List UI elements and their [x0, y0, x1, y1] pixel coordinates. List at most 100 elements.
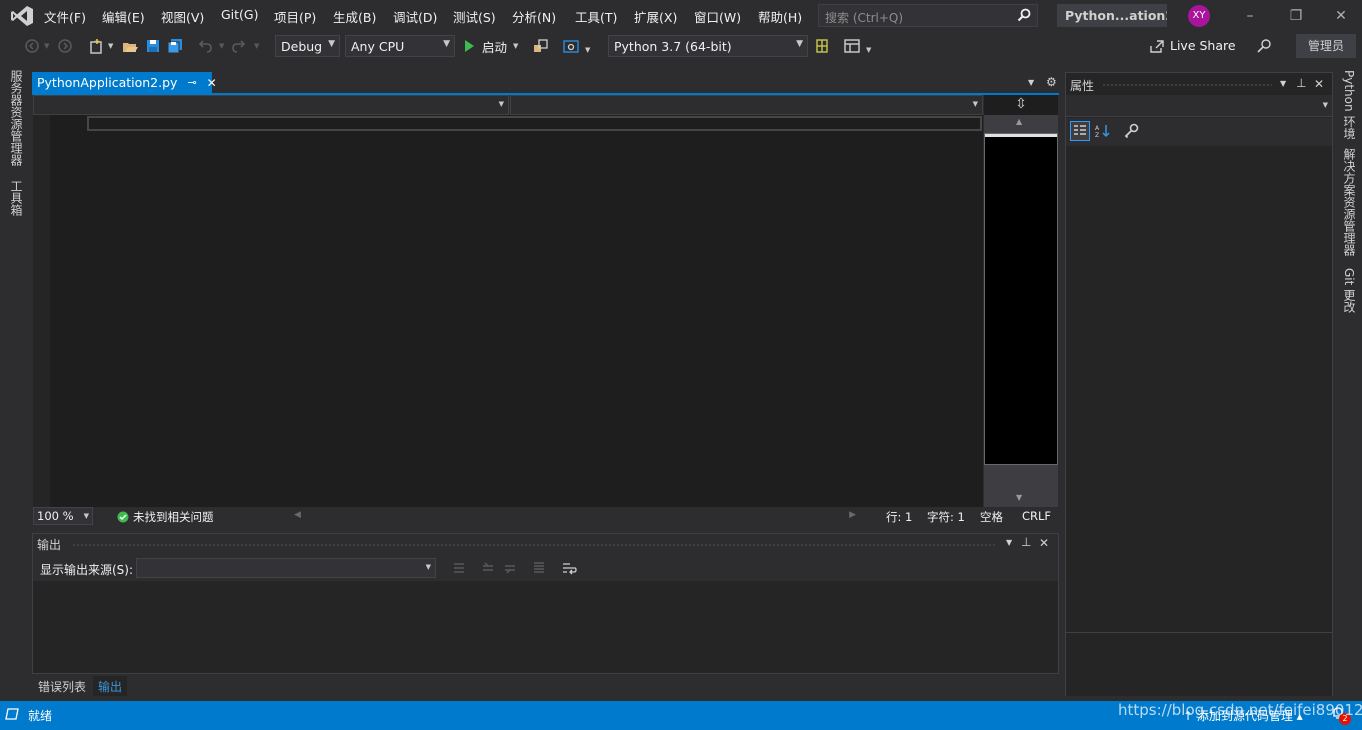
new-dropdown-icon[interactable]: ▼ — [108, 42, 113, 50]
property-pages-icon[interactable] — [1124, 123, 1140, 139]
scrollbar-thumb[interactable] — [985, 134, 1057, 137]
new-project-icon[interactable] — [88, 38, 104, 54]
clear-all-icon[interactable] — [532, 561, 546, 575]
tab-toolbox[interactable]: 工具箱 — [8, 180, 25, 216]
horizontal-scrollbar[interactable]: ◀ ▶ — [290, 509, 860, 523]
menu-file[interactable]: 文件(F) — [44, 7, 86, 26]
output-source-select[interactable]: ▼ — [136, 558, 436, 578]
navigation-bar-members[interactable]: ▼ — [510, 95, 983, 115]
menu-git[interactable]: Git(G) — [221, 7, 259, 22]
window-layout-icon[interactable] — [844, 38, 860, 54]
line-ending-indicator[interactable]: CRLF — [1022, 509, 1051, 523]
menu-extensions[interactable]: 扩展(X) — [634, 7, 677, 26]
live-share-button[interactable]: Live Share — [1150, 38, 1236, 53]
menu-edit[interactable]: 编辑(E) — [102, 7, 145, 26]
redo-dropdown-icon[interactable]: ▼ — [254, 42, 259, 50]
go-to-next-message-icon[interactable] — [481, 561, 495, 575]
menu-help[interactable]: 帮助(H) — [758, 7, 802, 26]
scrollbar-map[interactable] — [984, 133, 1058, 465]
panel-grip[interactable] — [72, 543, 997, 547]
avatar[interactable]: XY — [1188, 5, 1210, 27]
output-text-area[interactable] — [33, 581, 1058, 673]
menu-view[interactable]: 视图(V) — [161, 7, 204, 26]
tab-label: PythonApplication2.py — [37, 75, 178, 90]
zoom-select[interactable]: 100 % ▼ — [33, 507, 93, 525]
minimize-icon[interactable]: – — [1240, 6, 1260, 26]
tab-solution-explorer[interactable]: 解决方案资源管理器 — [1341, 148, 1358, 256]
undo-icon[interactable] — [197, 38, 213, 54]
indent-indicator[interactable]: 空格 — [980, 509, 1003, 525]
menu-tools[interactable]: 工具(T) — [575, 7, 617, 26]
menu-analyze[interactable]: 分析(N) — [512, 7, 556, 26]
split-editor-icon[interactable]: ⇳ — [984, 95, 1058, 115]
panel-grip[interactable] — [1102, 83, 1272, 87]
issues-text: 未找到相关问题 — [133, 510, 214, 524]
alphabetical-icon[interactable]: AZ — [1095, 124, 1111, 138]
search-input[interactable]: 搜索 (Ctrl+Q) — [818, 4, 1038, 27]
feedback-icon[interactable] — [1257, 38, 1273, 54]
redo-icon[interactable] — [231, 38, 247, 54]
tool-dropdown-icon[interactable]: ▼ — [585, 46, 590, 54]
tab-python-environments[interactable]: Python 环境 — [1341, 70, 1358, 139]
save-all-icon[interactable] — [167, 38, 183, 54]
pin-icon[interactable]: ⊥ — [1296, 76, 1306, 90]
python-packages-icon[interactable] — [814, 38, 830, 54]
output-menu-icon[interactable]: ▼ — [1006, 538, 1012, 547]
back-dropdown-icon[interactable]: ▼ — [44, 42, 49, 50]
status-window-icon — [5, 708, 19, 720]
menu-window[interactable]: 窗口(W) — [694, 7, 741, 26]
properties-object-select[interactable]: ▼ — [1066, 95, 1332, 117]
tab-pythonapplication2-py[interactable]: PythonApplication2.py ⊸ ✕ — [32, 72, 217, 93]
run-dropdown-icon[interactable]: ▼ — [513, 42, 518, 50]
scroll-left-icon[interactable]: ◀ — [294, 510, 301, 520]
visual-studio-logo-icon[interactable] — [10, 5, 34, 27]
properties-menu-icon[interactable]: ▼ — [1280, 79, 1286, 88]
close-tab-icon[interactable]: ✕ — [207, 76, 217, 90]
close-icon[interactable]: ✕ — [1039, 536, 1049, 550]
gear-icon[interactable]: ⚙ — [1046, 75, 1057, 89]
pin-icon[interactable]: ⊥ — [1021, 535, 1031, 549]
tab-list-dropdown-icon[interactable]: ▼ — [1028, 78, 1034, 87]
admin-badge: 管理员 — [1296, 34, 1356, 58]
browse-with-icon[interactable] — [533, 38, 549, 54]
pin-tab-icon[interactable]: ⊸ — [187, 76, 196, 89]
solution-configuration-select[interactable]: Debug ▼ — [275, 35, 340, 57]
scroll-right-icon[interactable]: ▶ — [849, 510, 856, 520]
issues-indicator[interactable]: 未找到相关问题 — [117, 509, 214, 525]
restore-icon[interactable]: ❐ — [1286, 6, 1306, 26]
find-message-icon[interactable] — [503, 561, 517, 575]
line-indicator[interactable]: 行: 1 — [886, 509, 912, 525]
tab-git-changes[interactable]: Git 更改 — [1341, 268, 1358, 313]
menu-build[interactable]: 生成(B) — [333, 7, 376, 26]
tab-output[interactable]: 输出 — [93, 676, 128, 696]
solution-platform-select[interactable]: Any CPU ▼ — [345, 35, 455, 57]
menu-project[interactable]: 项目(P) — [274, 7, 316, 26]
toggle-word-wrap-icon[interactable] — [562, 561, 577, 575]
undo-dropdown-icon[interactable]: ▼ — [219, 42, 224, 50]
tab-error-list[interactable]: 错误列表 — [33, 676, 91, 696]
scroll-down-icon[interactable]: ▼ — [1016, 493, 1022, 502]
menu-debug[interactable]: 调试(D) — [393, 7, 437, 26]
tab-server-explorer[interactable]: 服务器资源管理器 — [8, 70, 25, 166]
close-window-icon[interactable]: ✕ — [1331, 6, 1351, 26]
layout-dropdown-icon[interactable]: ▼ — [866, 46, 871, 54]
chevron-down-icon: ▼ — [796, 39, 803, 49]
screenshot-tool-icon[interactable] — [563, 38, 579, 54]
properties-window — [1065, 72, 1333, 696]
chevron-down-icon: ▼ — [83, 512, 89, 520]
code-editor[interactable] — [33, 115, 983, 507]
char-indicator[interactable]: 字符: 1 — [927, 509, 965, 525]
back-icon[interactable] — [24, 38, 40, 54]
categorized-button[interactable] — [1070, 121, 1090, 141]
menu-test[interactable]: 测试(S) — [453, 7, 496, 26]
save-icon[interactable] — [145, 38, 161, 54]
scroll-up-icon[interactable]: ▲ — [1016, 117, 1022, 126]
open-folder-icon[interactable] — [122, 38, 138, 54]
close-icon[interactable]: ✕ — [1314, 77, 1324, 91]
navigation-bar-types[interactable]: ▼ — [33, 95, 509, 115]
python-environment-select[interactable]: Python 3.7 (64-bit) ▼ — [608, 35, 808, 57]
chevron-down-icon: ▼ — [425, 563, 431, 571]
go-to-previous-message-icon[interactable] — [452, 561, 466, 575]
start-debugging-button[interactable]: 启动 ▼ — [462, 35, 518, 57]
forward-icon[interactable] — [57, 38, 73, 54]
